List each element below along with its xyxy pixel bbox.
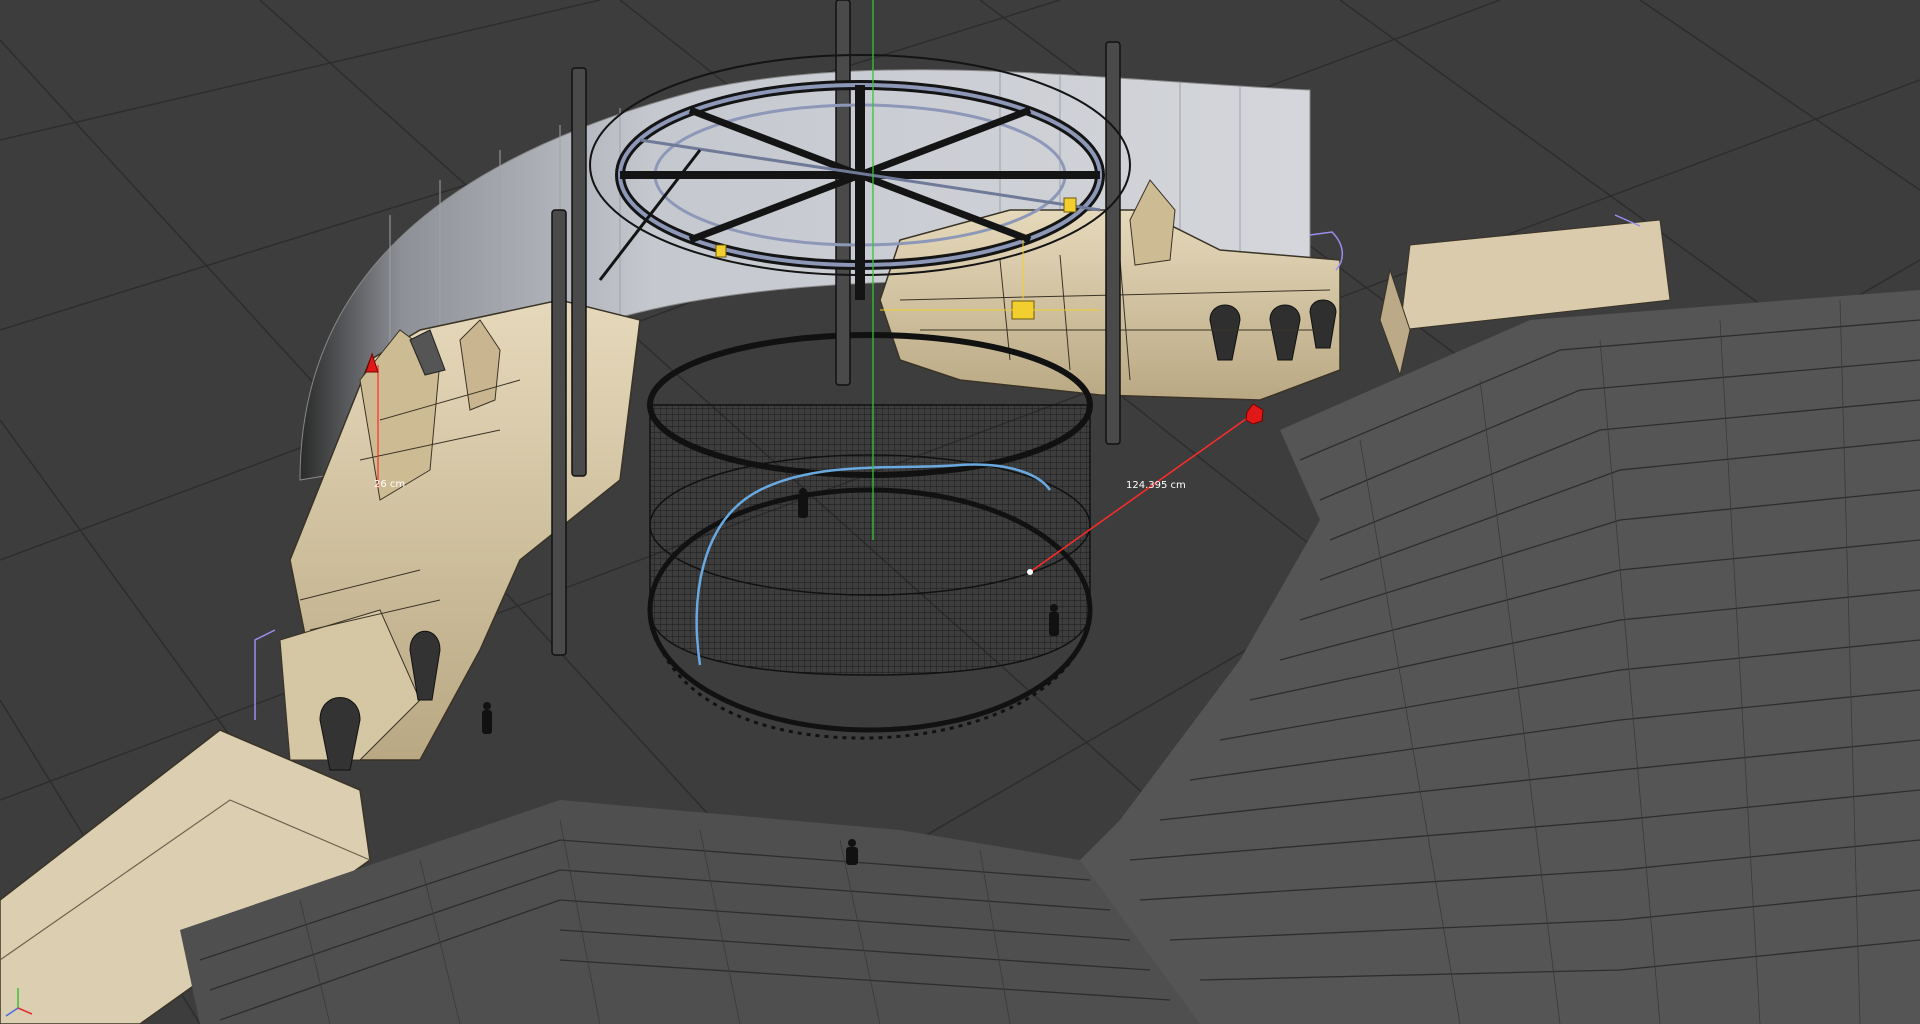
measurement-readout: 124.395 cm (1126, 480, 1186, 491)
3d-viewport[interactable] (0, 0, 1920, 1024)
height-readout: 26 cm (374, 479, 406, 490)
